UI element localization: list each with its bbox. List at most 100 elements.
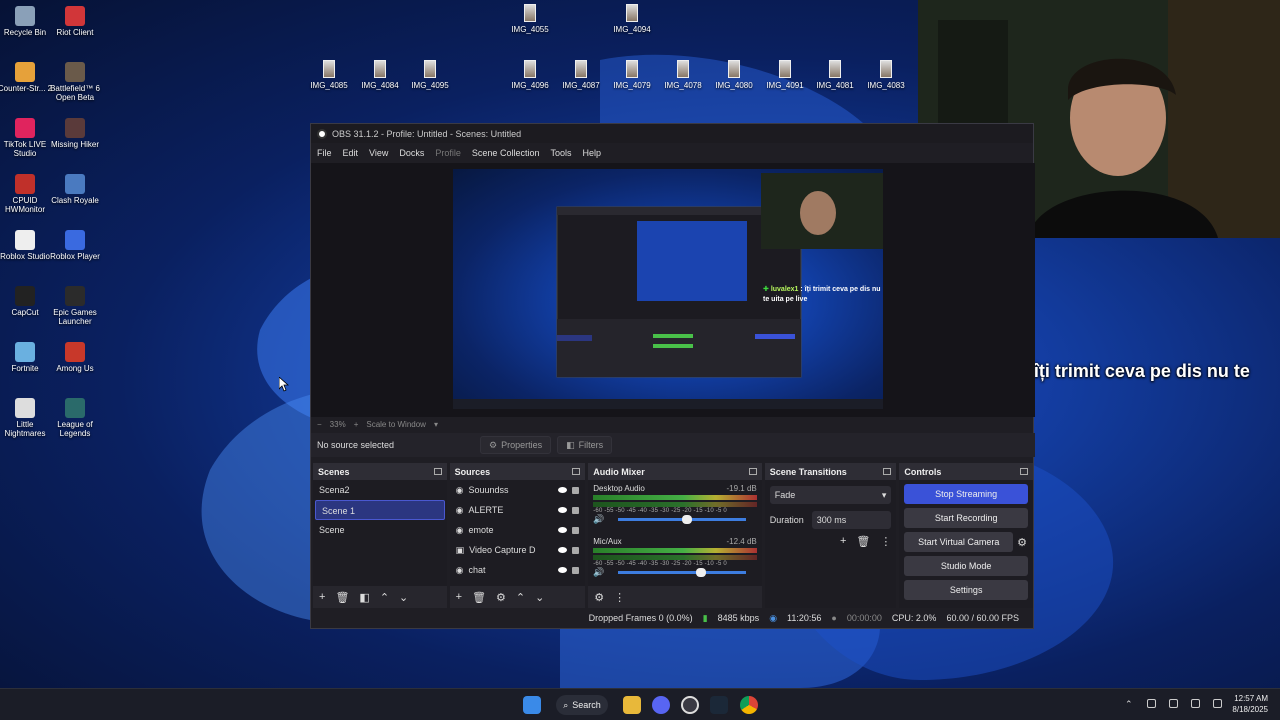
obs-preview[interactable]: ✚ luvalex1 : îți trimit ceva pe dis nu t… <box>311 163 1035 417</box>
remove-scene-icon[interactable]: 🗑 <box>335 591 349 604</box>
volume-slider[interactable] <box>618 568 747 577</box>
lock-icon[interactable] <box>572 566 580 574</box>
image-file-icon[interactable]: IMG_4087 <box>556 60 606 90</box>
start-windows-icon[interactable] <box>523 696 541 714</box>
network-icon[interactable] <box>1147 699 1156 708</box>
volume-slider[interactable] <box>618 515 747 524</box>
discord-icon[interactable] <box>652 696 670 714</box>
scene-filters-icon[interactable]: ◧ <box>359 591 369 604</box>
zoom-mode-dropdown-icon[interactable]: ▾ <box>434 420 438 429</box>
volume-icon[interactable] <box>1213 699 1222 708</box>
move-scene-up-icon[interactable]: ⌃ <box>380 591 389 604</box>
scene-item-scena2[interactable]: Scena2 <box>313 480 447 500</box>
menu-view[interactable]: View <box>369 148 388 158</box>
dock-popout-icon[interactable] <box>748 468 757 475</box>
menu-help[interactable]: Help <box>582 148 601 158</box>
desktop-icon[interactable]: Missing Hiker <box>46 118 104 149</box>
virtual-camera-settings-icon[interactable]: ⚙ <box>1017 536 1027 549</box>
zoom-in-icon[interactable]: + <box>354 420 359 429</box>
filters-button[interactable]: ◧ Filters <box>557 436 613 454</box>
visibility-eye-icon[interactable] <box>558 547 568 553</box>
image-file-icon[interactable]: IMG_4079 <box>607 60 657 90</box>
transition-select[interactable]: Fade ▾ <box>769 486 892 504</box>
duration-input[interactable]: 300 ms <box>811 511 892 529</box>
source-item[interactable]: ◉ emote <box>450 520 586 540</box>
volume-slider-knob[interactable] <box>682 515 693 524</box>
lock-icon[interactable] <box>572 506 580 514</box>
image-file-icon[interactable]: IMG_4055 <box>505 4 555 34</box>
dock-popout-icon[interactable] <box>883 468 892 475</box>
lock-icon[interactable] <box>572 546 580 554</box>
advanced-audio-icon[interactable]: ⚙ <box>594 591 604 604</box>
display-icon[interactable] <box>1191 699 1200 708</box>
remove-transition-icon[interactable]: 🗑 <box>856 535 870 548</box>
volume-slider-knob[interactable] <box>696 568 707 577</box>
visibility-eye-icon[interactable] <box>558 527 568 533</box>
desktop-icon[interactable]: Among Us <box>46 342 104 373</box>
desktop-icon[interactable]: Roblox Player <box>46 230 104 261</box>
menu-tools[interactable]: Tools <box>550 148 571 158</box>
image-file-icon[interactable]: IMG_4078 <box>658 60 708 90</box>
desktop-icon[interactable]: Epic Games Launcher <box>46 286 104 326</box>
speaker-icon[interactable]: 🔊 <box>593 514 604 525</box>
move-source-up-icon[interactable]: ⌃ <box>516 591 525 604</box>
menu-scene-collection[interactable]: Scene Collection <box>472 148 540 158</box>
menu-docks[interactable]: Docks <box>399 148 424 158</box>
add-source-icon[interactable]: + <box>456 591 462 603</box>
mixer-menu-icon[interactable]: ⋮ <box>614 591 625 604</box>
visibility-eye-icon[interactable] <box>558 487 568 493</box>
dock-popout-icon[interactable] <box>1020 468 1028 475</box>
add-transition-icon[interactable]: + <box>840 535 846 548</box>
image-file-icon[interactable]: IMG_4091 <box>760 60 810 90</box>
taskbar-search-button[interactable]: ⌕ Search <box>556 695 608 715</box>
zoom-mode[interactable]: Scale to Window <box>366 420 426 429</box>
source-item[interactable]: ◉ chat <box>450 560 586 580</box>
image-file-icon[interactable]: IMG_4085 <box>304 60 354 90</box>
start-virtual-camera-button[interactable]: Start Virtual Camera <box>904 532 1014 552</box>
chrome-icon[interactable] <box>740 696 758 714</box>
desktop-icon[interactable]: League of Legends <box>46 398 104 438</box>
lock-icon[interactable] <box>572 486 580 494</box>
scene-item-scene-1[interactable]: Scene 1 <box>315 500 445 520</box>
steam-icon[interactable] <box>710 696 728 714</box>
menu-profile[interactable]: Profile <box>435 148 461 158</box>
desktop-icon[interactable]: Clash Royale <box>46 174 104 205</box>
stop-streaming-button[interactable]: Stop Streaming <box>904 484 1028 504</box>
remove-source-icon[interactable]: 🗑 <box>472 591 486 604</box>
speaker-icon[interactable]: 🔊 <box>593 567 604 578</box>
image-file-icon[interactable]: IMG_4081 <box>810 60 860 90</box>
desktop-icon[interactable]: Riot Client <box>46 6 104 37</box>
start-recording-button[interactable]: Start Recording <box>904 508 1028 528</box>
properties-button[interactable]: ⚙ Properties <box>480 436 552 454</box>
obs-titlebar[interactable]: OBS 31.1.2 - Profile: Untitled - Scenes:… <box>311 124 1033 143</box>
lock-icon[interactable] <box>572 526 580 534</box>
image-file-icon[interactable]: IMG_4094 <box>607 4 657 34</box>
source-item[interactable]: ◉ Souundss <box>450 480 586 500</box>
settings-button[interactable]: Settings <box>904 580 1028 600</box>
source-item[interactable]: ▣ Video Capture D <box>450 540 586 560</box>
transition-menu-icon[interactable]: ⋮ <box>880 535 891 548</box>
visibility-eye-icon[interactable] <box>558 507 568 513</box>
move-scene-down-icon[interactable]: ⌄ <box>399 591 408 604</box>
menu-edit[interactable]: Edit <box>343 148 359 158</box>
dock-popout-icon[interactable] <box>433 468 442 475</box>
visibility-eye-icon[interactable] <box>558 567 568 573</box>
obs-taskbar-icon[interactable] <box>681 696 699 714</box>
image-file-icon[interactable]: IMG_4096 <box>505 60 555 90</box>
source-item[interactable]: ◉ ALERTE <box>450 500 586 520</box>
source-properties-icon[interactable]: ⚙ <box>496 591 506 604</box>
desktop-icon[interactable]: Battlefield™ 6 Open Beta <box>46 62 104 102</box>
image-file-icon[interactable]: IMG_4095 <box>405 60 455 90</box>
move-source-down-icon[interactable]: ⌄ <box>535 591 544 604</box>
chevron-up-icon[interactable]: ⌃ <box>1125 699 1134 709</box>
file-explorer-icon[interactable] <box>623 696 641 714</box>
menu-file[interactable]: File <box>317 148 332 158</box>
dock-popout-icon[interactable] <box>572 468 581 475</box>
image-file-icon[interactable]: IMG_4080 <box>709 60 759 90</box>
scene-item-scene[interactable]: Scene <box>313 520 447 540</box>
image-file-icon[interactable]: IMG_4084 <box>355 60 405 90</box>
zoom-out-icon[interactable]: − <box>317 420 322 429</box>
clock[interactable]: 12:57 AM 8/18/2025 <box>1232 693 1268 715</box>
studio-mode-button[interactable]: Studio Mode <box>904 556 1028 576</box>
add-scene-icon[interactable]: + <box>319 591 325 603</box>
